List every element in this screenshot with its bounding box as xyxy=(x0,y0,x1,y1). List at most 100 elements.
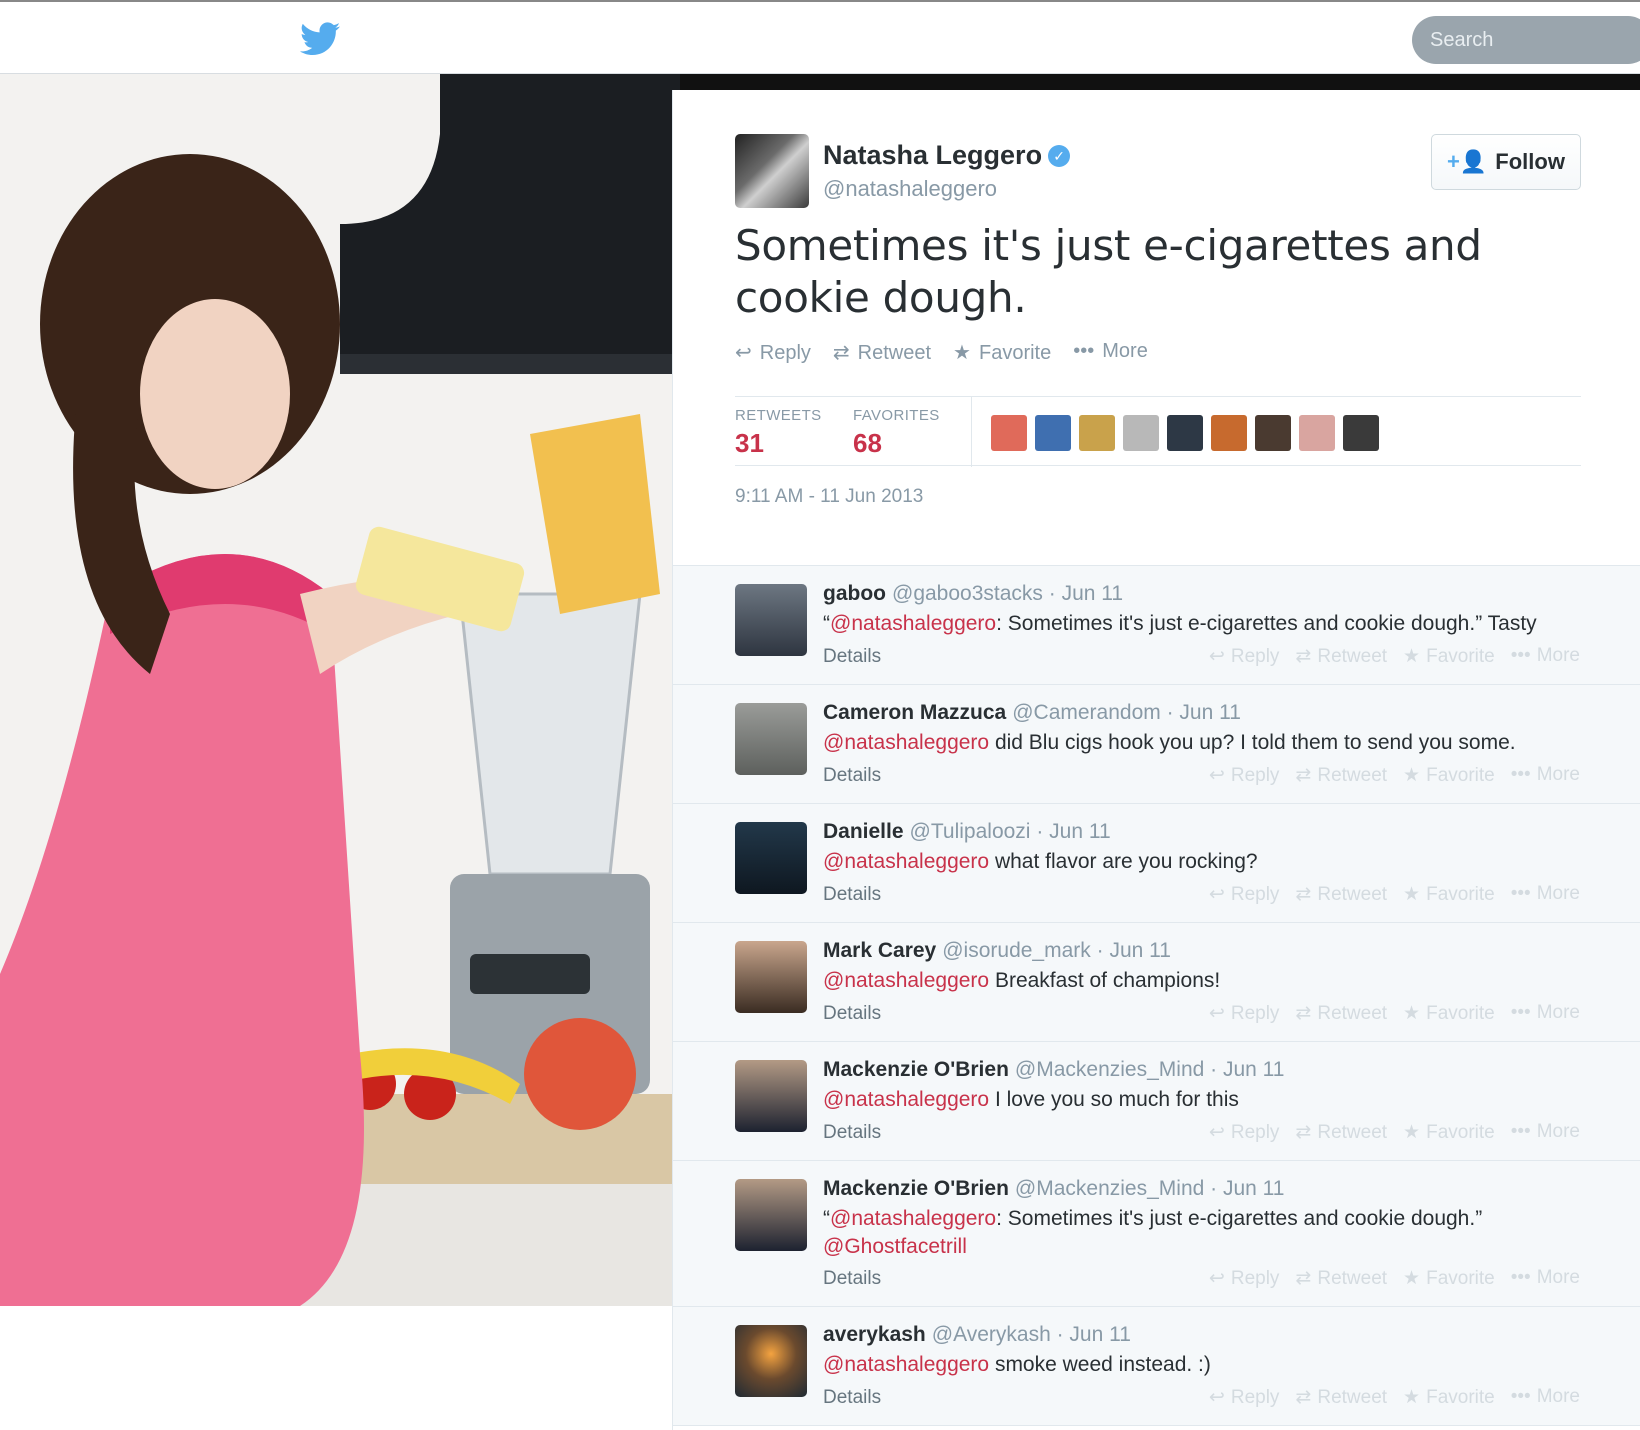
reply-avatar[interactable] xyxy=(735,1179,807,1251)
reply-date[interactable]: · Jun 11 xyxy=(1210,1058,1284,1081)
reply-date[interactable]: · Jun 11 xyxy=(1167,701,1241,724)
reply-author-name[interactable]: Mackenzie O'Brien xyxy=(823,1058,1009,1081)
reply-reply-action[interactable]: ↩ Reply xyxy=(1209,645,1280,668)
author-avatar[interactable] xyxy=(735,134,809,208)
reply-more-action[interactable]: ••• More xyxy=(1511,645,1580,668)
reply-author-handle[interactable]: @Tulipaloozi xyxy=(910,820,1031,843)
reply-date[interactable]: · Jun 11 xyxy=(1057,1323,1131,1346)
reply-author-handle[interactable]: @Camerandom xyxy=(1012,701,1161,724)
reply-details-link[interactable]: Details xyxy=(823,1003,881,1025)
reply-avatar[interactable] xyxy=(735,703,807,775)
favorites-stat[interactable]: FAVORITES 68 xyxy=(853,407,940,459)
reply-favorite-action[interactable]: ★ Favorite xyxy=(1403,1121,1495,1144)
reply-more-action[interactable]: ••• More xyxy=(1511,1002,1580,1025)
twitter-bird-icon[interactable] xyxy=(300,22,340,56)
reply-author-handle[interactable]: @Averykash xyxy=(932,1323,1051,1346)
reply-details-link[interactable]: Details xyxy=(823,1387,881,1409)
reply-author-name[interactable]: Danielle xyxy=(823,820,904,843)
reply-reply-action[interactable]: ↩ Reply xyxy=(1209,1121,1280,1144)
reply-details-link[interactable]: Details xyxy=(823,1122,881,1144)
reply-retweet-action[interactable]: ⇄ Retweet xyxy=(1295,645,1387,668)
reply-extra-mention[interactable]: @Ghostfacetrill xyxy=(823,1235,967,1258)
reply-item[interactable]: averykash @Averykash · Jun 11 @natashaleg… xyxy=(673,1307,1640,1426)
reply-author-name[interactable]: Cameron Mazzuca xyxy=(823,701,1006,724)
reply-reply-action[interactable]: ↩ Reply xyxy=(1209,883,1280,906)
favoriter-avatar[interactable] xyxy=(1299,415,1335,451)
reply-author-name[interactable]: Mackenzie O'Brien xyxy=(823,1177,1009,1200)
favoriter-avatar[interactable] xyxy=(1035,415,1071,451)
reply-mention[interactable]: @natashaleggero xyxy=(823,1353,989,1376)
reply-favorite-action[interactable]: ★ Favorite xyxy=(1403,1267,1495,1290)
reply-mention[interactable]: @natashaleggero xyxy=(823,1088,989,1111)
reply-more-action[interactable]: ••• More xyxy=(1511,764,1580,787)
reply-date[interactable]: · Jun 11 xyxy=(1210,1177,1284,1200)
reply-retweet-action[interactable]: ⇄ Retweet xyxy=(1295,764,1387,787)
retweet-action[interactable]: ⇄ Retweet xyxy=(833,340,931,365)
reply-reply-action[interactable]: ↩ Reply xyxy=(1209,764,1280,787)
reply-favorite-action[interactable]: ★ Favorite xyxy=(1403,883,1495,906)
reply-author-name[interactable]: gaboo xyxy=(823,582,886,605)
tweet-timestamp[interactable]: 9:11 AM - 11 Jun 2013 xyxy=(735,486,923,508)
author-handle[interactable]: @natashaleggero xyxy=(823,176,997,202)
reply-details-link[interactable]: Details xyxy=(823,765,881,787)
reply-more-action[interactable]: ••• More xyxy=(1511,1267,1580,1290)
favoriter-avatar[interactable] xyxy=(991,415,1027,451)
reply-details-link[interactable]: Details xyxy=(823,1268,881,1290)
reply-reply-action[interactable]: ↩ Reply xyxy=(1209,1386,1280,1409)
more-action[interactable]: ••• More xyxy=(1073,340,1148,365)
reply-details-link[interactable]: Details xyxy=(823,646,881,668)
reply-author-name[interactable]: averykash xyxy=(823,1323,926,1346)
reply-avatar[interactable] xyxy=(735,1060,807,1132)
reply-favorite-action[interactable]: ★ Favorite xyxy=(1403,1386,1495,1409)
reply-item[interactable]: gaboo @gaboo3stacks · Jun 11 “@natashaleg… xyxy=(673,566,1640,685)
favoriter-avatar[interactable] xyxy=(1211,415,1247,451)
reply-more-action[interactable]: ••• More xyxy=(1511,1121,1580,1144)
reply-favorite-action[interactable]: ★ Favorite xyxy=(1403,1002,1495,1025)
favoriter-avatar[interactable] xyxy=(1123,415,1159,451)
reply-item[interactable]: Mackenzie O'Brien @Mackenzies_Mind · Jun … xyxy=(673,1161,1640,1307)
follow-button[interactable]: +👤 Follow xyxy=(1431,134,1581,190)
reply-author-name[interactable]: Mark Carey xyxy=(823,939,936,962)
reply-author-handle[interactable]: @gaboo3stacks xyxy=(892,582,1043,605)
reply-item[interactable]: Cameron Mazzuca @Camerandom · Jun 11 @nat… xyxy=(673,685,1640,804)
reply-retweet-action[interactable]: ⇄ Retweet xyxy=(1295,1267,1387,1290)
favoriter-avatar[interactable] xyxy=(1167,415,1203,451)
reply-mention[interactable]: @natashaleggero xyxy=(830,612,996,635)
reply-mention[interactable]: @natashaleggero xyxy=(823,850,989,873)
reply-item[interactable]: Mackenzie O'Brien @Mackenzies_Mind · Jun … xyxy=(673,1042,1640,1161)
reply-retweet-action[interactable]: ⇄ Retweet xyxy=(1295,1386,1387,1409)
reply-retweet-action[interactable]: ⇄ Retweet xyxy=(1295,883,1387,906)
search-input[interactable]: Search xyxy=(1412,16,1640,64)
reply-details-link[interactable]: Details xyxy=(823,884,881,906)
author-name-text[interactable]: Natasha Leggero xyxy=(823,140,1042,170)
reply-item[interactable]: Danielle @Tulipaloozi · Jun 11 @natashale… xyxy=(673,804,1640,923)
reply-action[interactable]: ↩ Reply xyxy=(735,340,811,365)
reply-date[interactable]: · Jun 11 xyxy=(1049,582,1123,605)
retweets-stat[interactable]: RETWEETS 31 xyxy=(735,407,822,459)
reply-author-handle[interactable]: @Mackenzies_Mind xyxy=(1015,1058,1204,1081)
reply-date[interactable]: · Jun 11 xyxy=(1097,939,1171,962)
author-name[interactable]: Natasha Leggero ✓ xyxy=(823,140,1071,171)
reply-author-handle[interactable]: @isorude_mark xyxy=(942,939,1091,962)
favorite-action[interactable]: ★ Favorite xyxy=(953,340,1051,365)
reply-avatar[interactable] xyxy=(735,1325,807,1397)
favoriter-avatar[interactable] xyxy=(1255,415,1291,451)
reply-favorite-action[interactable]: ★ Favorite xyxy=(1403,764,1495,787)
reply-date[interactable]: · Jun 11 xyxy=(1036,820,1110,843)
reply-author-handle[interactable]: @Mackenzies_Mind xyxy=(1015,1177,1204,1200)
reply-retweet-action[interactable]: ⇄ Retweet xyxy=(1295,1121,1387,1144)
favoriter-avatar[interactable] xyxy=(1343,415,1379,451)
reply-avatar[interactable] xyxy=(735,584,807,656)
reply-retweet-action[interactable]: ⇄ Retweet xyxy=(1295,1002,1387,1025)
reply-mention[interactable]: @natashaleggero xyxy=(830,1207,996,1230)
reply-mention[interactable]: @natashaleggero xyxy=(823,969,989,992)
reply-mention[interactable]: @natashaleggero xyxy=(823,731,989,754)
reply-avatar[interactable] xyxy=(735,941,807,1013)
reply-more-action[interactable]: ••• More xyxy=(1511,883,1580,906)
reply-more-action[interactable]: ••• More xyxy=(1511,1386,1580,1409)
favoriter-avatar[interactable] xyxy=(1079,415,1115,451)
reply-reply-action[interactable]: ↩ Reply xyxy=(1209,1267,1280,1290)
reply-favorite-action[interactable]: ★ Favorite xyxy=(1403,645,1495,668)
reply-reply-action[interactable]: ↩ Reply xyxy=(1209,1002,1280,1025)
reply-avatar[interactable] xyxy=(735,822,807,894)
